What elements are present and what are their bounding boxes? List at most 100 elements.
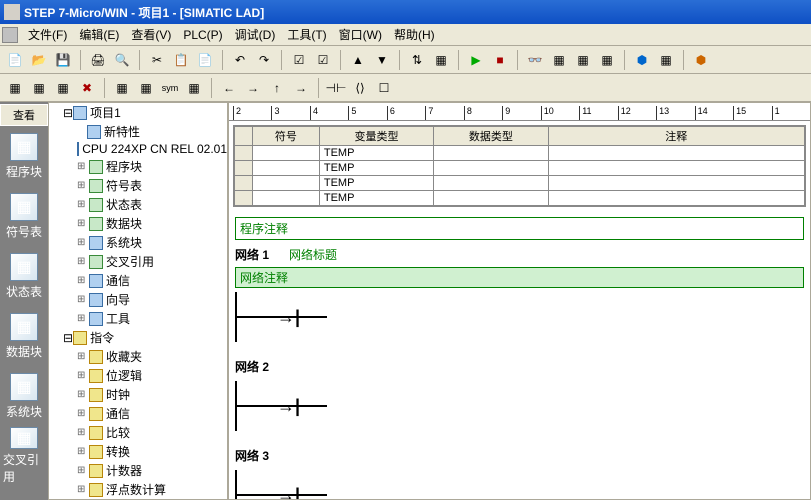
ladder-editor[interactable]: 程序注释 网络 1网络标题网络注释 →| 网络 2 →| 网络 3 →| xyxy=(229,211,810,499)
tree-root[interactable]: 项目1 xyxy=(63,103,227,122)
doc-icon[interactable] xyxy=(2,27,18,43)
save-button[interactable]: 💾 xyxy=(52,49,74,71)
nav-symbol-table[interactable]: ▦符号表 xyxy=(3,190,45,242)
cut-button[interactable]: ✂ xyxy=(146,49,168,71)
run-button[interactable]: ▶ xyxy=(465,49,487,71)
sort-button[interactable]: ⇅ xyxy=(406,49,428,71)
nav-program-block[interactable]: ▦程序块 xyxy=(3,130,45,182)
paste-button[interactable]: 📄 xyxy=(194,49,216,71)
monitor-button[interactable]: 👓 xyxy=(524,49,546,71)
fbd-view-button[interactable]: ▦ xyxy=(52,77,74,99)
menu-file[interactable]: 文件(F) xyxy=(22,24,73,45)
navigation-bar: 查看 ▦程序块 ▦符号表 ▦状态表 ▦数据块 ▦系统块 ▦交叉引用 xyxy=(0,102,48,500)
symbol-button[interactable]: ▦ xyxy=(111,77,133,99)
ladder-rung[interactable]: →| xyxy=(235,470,325,499)
tree-tools[interactable]: 工具 xyxy=(77,309,227,328)
tree-instr-item[interactable]: 浮点数计算 xyxy=(77,480,227,499)
bookmark-button[interactable]: ▦ xyxy=(135,77,157,99)
insert-box-icon[interactable]: ☐ xyxy=(373,77,395,99)
tree-instr-item[interactable]: 比较 xyxy=(77,423,227,442)
table-row[interactable]: TEMP xyxy=(235,176,805,191)
tree-data-block[interactable]: 数据块 xyxy=(77,214,227,233)
tree-symbol-table[interactable]: 符号表 xyxy=(77,176,227,195)
tree-instr-item[interactable]: 通信 xyxy=(77,404,227,423)
tree-instr-item[interactable]: 位逻辑 xyxy=(77,366,227,385)
syminfo-button[interactable]: sym xyxy=(159,77,181,99)
network-title[interactable]: 网络标题 xyxy=(289,248,337,262)
new-button[interactable]: 📄 xyxy=(4,49,26,71)
tree-instr-item[interactable]: 计数器 xyxy=(77,461,227,480)
redo-button[interactable]: ↷ xyxy=(253,49,275,71)
preview-button[interactable]: 🔍 xyxy=(111,49,133,71)
network-label[interactable]: 网络 2 xyxy=(235,356,804,377)
contact-up-icon[interactable]: ↑ xyxy=(266,77,288,99)
menu-view[interactable]: 查看(V) xyxy=(125,24,177,45)
col-comment[interactable]: 注释 xyxy=(548,127,805,146)
program-block-icon: ▦ xyxy=(10,133,38,161)
col-vartype[interactable]: 变量类型 xyxy=(319,127,433,146)
chart-button[interactable]: ▦ xyxy=(572,49,594,71)
poe-button[interactable]: ▦ xyxy=(183,77,205,99)
ladder-rung[interactable]: →| xyxy=(235,292,325,342)
copy-button[interactable]: 📋 xyxy=(170,49,192,71)
compile-button[interactable]: ☑ xyxy=(288,49,310,71)
program-comment[interactable]: 程序注释 xyxy=(235,217,804,240)
tree-cpu[interactable]: CPU 224XP CN REL 02.01 xyxy=(77,141,227,157)
status-button[interactable]: ▦ xyxy=(548,49,570,71)
tree-status-chart[interactable]: 状态表 xyxy=(77,195,227,214)
compile-all-button[interactable]: ☑ xyxy=(312,49,334,71)
network-label[interactable]: 网络 3 xyxy=(235,445,804,466)
folder-icon xyxy=(89,217,103,231)
upload-button[interactable]: ▲ xyxy=(347,49,369,71)
reference-button[interactable]: ⬢ xyxy=(631,49,653,71)
network-button[interactable]: ▦ xyxy=(430,49,452,71)
nav-system-block[interactable]: ▦系统块 xyxy=(3,370,45,422)
col-symbol[interactable]: 符号 xyxy=(253,127,320,146)
menu-edit[interactable]: 编辑(E) xyxy=(73,24,125,45)
insert-coil-icon[interactable]: ⟨⟩ xyxy=(349,77,371,99)
variable-table[interactable]: 符号 变量类型 数据类型 注释 TEMPTEMPTEMPTEMP xyxy=(233,125,806,207)
nav-status-chart[interactable]: ▦状态表 xyxy=(3,250,45,302)
table-row[interactable]: TEMP xyxy=(235,191,805,206)
lad-view-button[interactable]: ▦ xyxy=(4,77,26,99)
tree-instr-item[interactable]: 收藏夹 xyxy=(77,347,227,366)
contact-left-icon[interactable]: ← xyxy=(218,77,240,99)
menu-debug[interactable]: 调试(D) xyxy=(229,24,282,45)
menu-help[interactable]: 帮助(H) xyxy=(388,24,441,45)
stop-button[interactable]: ■ xyxy=(489,49,511,71)
element-button[interactable]: ▦ xyxy=(655,49,677,71)
nav-data-block[interactable]: ▦数据块 xyxy=(3,310,45,362)
tree-instr-item[interactable]: 时钟 xyxy=(77,385,227,404)
network-label[interactable]: 网络 1网络标题 xyxy=(235,244,804,265)
tree-instr-item[interactable]: 转换 xyxy=(77,442,227,461)
tree-program-block[interactable]: 程序块 xyxy=(77,157,227,176)
col-datatype[interactable]: 数据类型 xyxy=(434,127,548,146)
undo-button[interactable]: ↶ xyxy=(229,49,251,71)
toggle-button[interactable]: ✖ xyxy=(76,77,98,99)
nav-cross-reference[interactable]: ▦交叉引用 xyxy=(3,430,45,482)
insert-contact-icon[interactable]: ⊣⊢ xyxy=(325,77,347,99)
table-row[interactable]: TEMP xyxy=(235,146,805,161)
stl-view-button[interactable]: ▦ xyxy=(28,77,50,99)
tree-instructions[interactable]: 指令 xyxy=(63,328,227,347)
network-comment[interactable]: 网络注释 xyxy=(235,267,804,288)
ladder-rung[interactable]: →| xyxy=(235,381,325,431)
folder-icon xyxy=(89,179,103,193)
table-row[interactable]: TEMP xyxy=(235,161,805,176)
contact-right-icon[interactable]: → xyxy=(242,77,264,99)
contact-down-icon[interactable]: → xyxy=(290,77,312,99)
tree-properties[interactable]: 新特性 xyxy=(77,122,227,141)
print-button[interactable]: 🖨 xyxy=(87,49,109,71)
tree-wizards[interactable]: 向导 xyxy=(77,290,227,309)
menu-window[interactable]: 窗口(W) xyxy=(333,24,388,45)
menu-tools[interactable]: 工具(T) xyxy=(281,24,332,45)
tree-system-block[interactable]: 系统块 xyxy=(77,233,227,252)
tree-communications[interactable]: 通信 xyxy=(77,271,227,290)
tree-cross-reference[interactable]: 交叉引用 xyxy=(77,252,227,271)
download-button[interactable]: ▼ xyxy=(371,49,393,71)
help-button[interactable]: ⬢ xyxy=(690,49,712,71)
open-button[interactable]: 📂 xyxy=(28,49,50,71)
menu-plc[interactable]: PLC(P) xyxy=(177,26,228,44)
project-tree[interactable]: 项目1 新特性 CPU 224XP CN REL 02.01 程序块 符号表 状… xyxy=(48,102,228,500)
force-button[interactable]: ▦ xyxy=(596,49,618,71)
